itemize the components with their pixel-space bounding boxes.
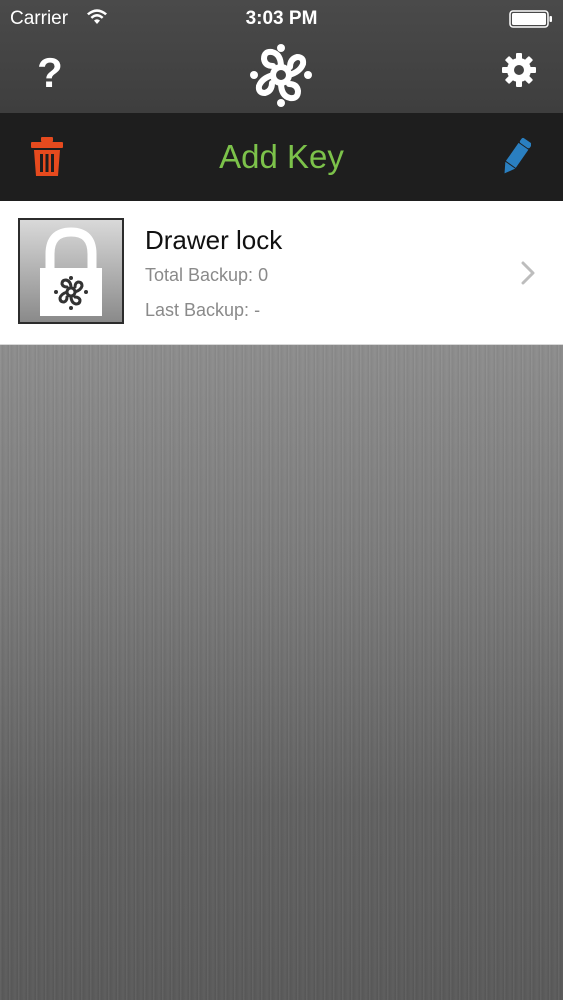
- app-screen: Carrier 3:03 PM ? Add Key Drawer lock To…: [0, 0, 563, 1000]
- battery-icon: [509, 10, 552, 28]
- padlock-icon: [18, 218, 124, 324]
- last-backup-label: Last Backup: -: [145, 300, 261, 320]
- total-backup-label: Total Backup: 0: [145, 265, 269, 285]
- top-bar: Carrier 3:03 PM ?: [0, 0, 563, 113]
- status-time: 3:03 PM: [245, 8, 318, 29]
- pencil-icon[interactable]: [501, 137, 531, 177]
- add-key-label[interactable]: Add Key: [219, 138, 344, 176]
- trash-icon[interactable]: [30, 137, 64, 177]
- add-key-button: Add Key: [0, 113, 563, 201]
- chevron-right-icon: [521, 261, 535, 285]
- key-list-item[interactable]: Drawer lock Total Backup: 0 Last Backup:…: [0, 201, 563, 345]
- key-name: Drawer lock: [145, 225, 283, 255]
- settings-gear-icon[interactable]: [501, 52, 537, 88]
- brushed-metal-background: [0, 345, 563, 1000]
- chain-link-logo-icon: [250, 44, 312, 107]
- toolbar: Add Key: [0, 113, 563, 201]
- help-button[interactable]: ?: [28, 48, 72, 98]
